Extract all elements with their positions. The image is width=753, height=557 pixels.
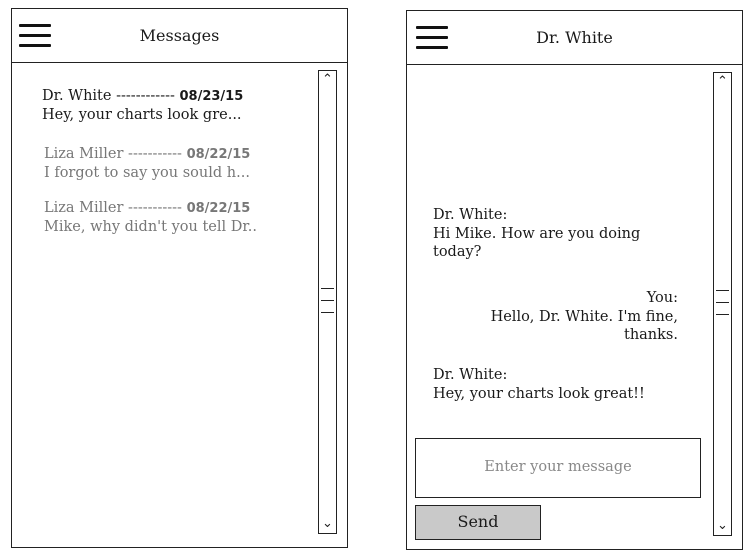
chat-sender: Dr. White: [433,207,508,223]
separator-dashes: ------------ [116,88,175,104]
scroll-thumb[interactable] [321,288,334,318]
chat-title: Dr. White [536,28,613,47]
scroll-up-arrow-icon[interactable]: ⌃ [714,75,731,89]
page-title: Messages [139,26,220,45]
messages-panel: Messages Dr. White ------------ 08/23/15… [11,8,348,548]
sender-name: Liza Miller [44,200,124,216]
message-list-item[interactable]: Liza Miller ----------- 08/22/15 I forgo… [44,145,250,182]
message-date: 08/23/15 [179,89,244,104]
messages-header: Messages [12,9,347,63]
message-date: 08/22/15 [186,201,251,216]
scroll-down-arrow-icon[interactable]: ⌄ [319,517,336,531]
scrollbar[interactable]: ⌃ ⌄ [318,70,337,534]
chat-message-outgoing: You: Hello, Dr. White. I'm fine, thanks. [473,289,678,345]
chat-sender: Dr. White: [433,367,508,383]
message-list-item[interactable]: Liza Miller ----------- 08/22/15 Mike, w… [44,199,257,236]
scroll-up-arrow-icon[interactable]: ⌃ [319,73,336,87]
chat-text: Hi Mike. How are you doing today? [433,225,641,261]
separator-dashes: ----------- [128,146,182,162]
separator-dashes: ----------- [128,200,182,216]
message-list-item[interactable]: Dr. White ------------ 08/23/15 Hey, you… [42,87,243,124]
scrollbar[interactable]: ⌃ ⌄ [713,72,732,536]
chat-message-incoming: Dr. White: Hey, your charts look great!! [433,366,683,403]
sender-name: Liza Miller [44,146,124,162]
scroll-thumb[interactable] [716,290,729,320]
chat-sender: You: [646,290,678,306]
chat-text: Hello, Dr. White. I'm fine, thanks. [490,308,678,344]
chat-text: Hey, your charts look great!! [433,385,645,402]
message-input[interactable]: Enter your message [415,438,701,498]
chat-panel: Dr. White Dr. White: Hi Mike. How are yo… [406,10,743,550]
chat-message-incoming: Dr. White: Hi Mike. How are you doing to… [433,206,663,262]
scroll-down-arrow-icon[interactable]: ⌄ [714,519,731,533]
message-preview: I forgot to say you sould h... [44,165,250,181]
send-button[interactable]: Send [415,505,541,540]
sender-name: Dr. White [42,88,112,104]
chat-header: Dr. White [407,11,742,65]
message-date: 08/22/15 [186,147,251,162]
message-preview: Hey, your charts look gre... [42,107,242,123]
message-preview: Mike, why didn't you tell Dr.. [44,219,257,235]
